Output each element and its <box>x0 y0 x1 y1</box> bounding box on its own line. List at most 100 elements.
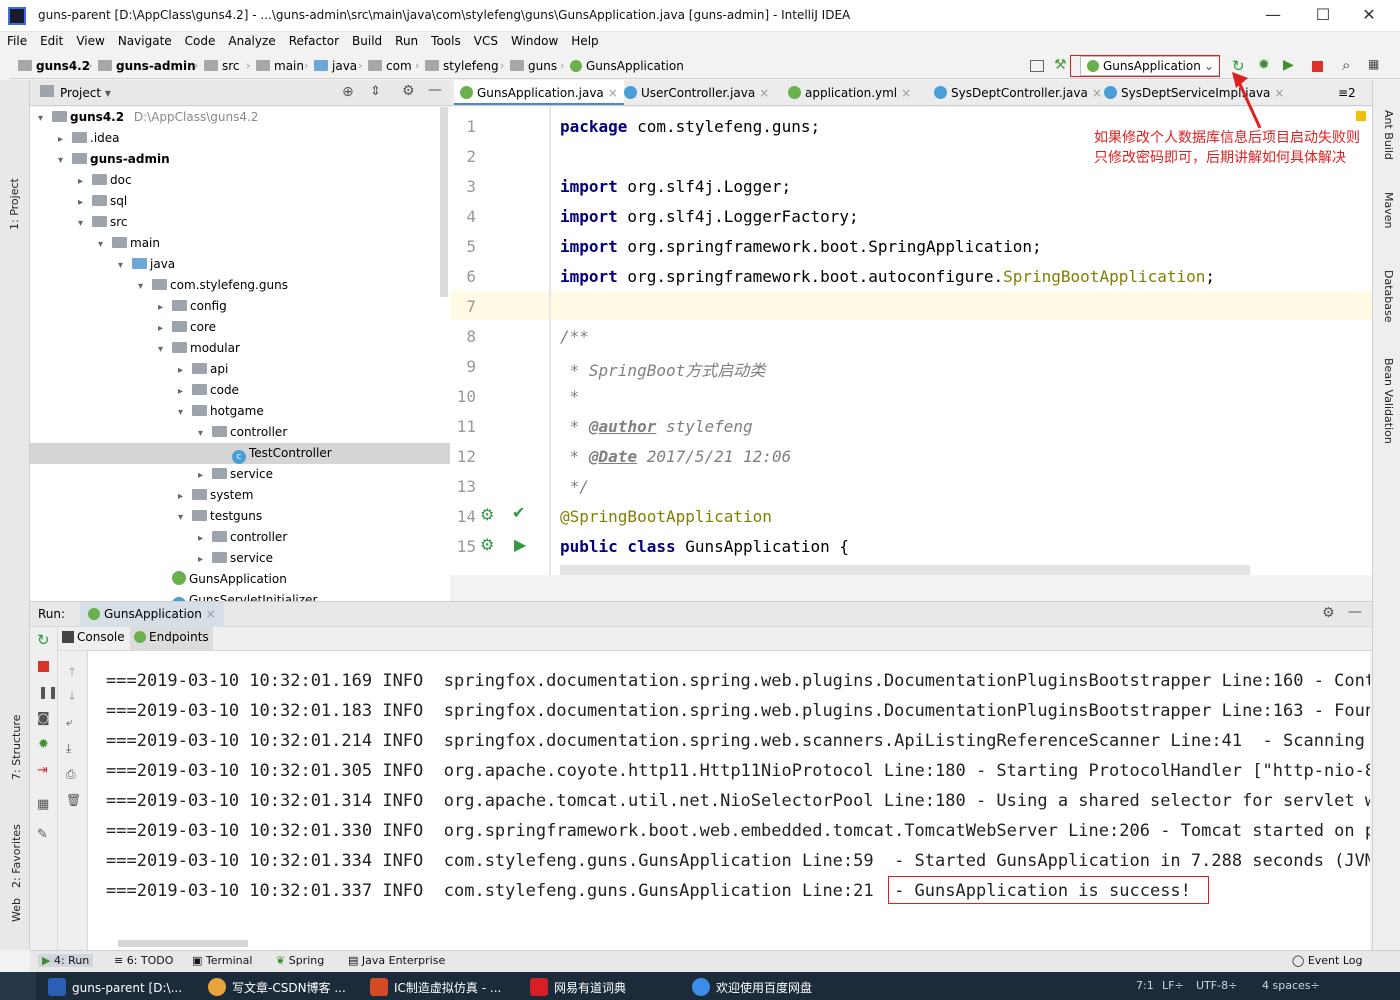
editor-tab[interactable]: GunsApplication.java × <box>454 80 624 105</box>
stop-icon[interactable] <box>1312 61 1323 72</box>
chevron-down-icon[interactable]: ▾ <box>158 339 172 360</box>
menu-vcs[interactable]: VCS <box>467 32 504 48</box>
tree-item[interactable]: ▸ .idea <box>30 128 450 149</box>
close-icon[interactable]: × <box>901 86 911 100</box>
chevron-down-icon[interactable]: ▾ <box>118 255 132 276</box>
bottom-tab-java-enterprise[interactable]: ▤ Java Enterprise <box>348 954 445 967</box>
menu-navigate[interactable]: Navigate <box>111 32 178 48</box>
bottom-tab-spring[interactable]: ❦ Spring <box>276 954 324 967</box>
taskbar-item-powerpoint[interactable]: IC制造虚拟仿真 - ... <box>370 978 501 996</box>
menu-build[interactable]: Build <box>345 32 388 48</box>
tool-tab-bean-validation[interactable]: Bean Validation <box>1382 358 1395 444</box>
minimize-button[interactable]: — <box>1250 4 1296 28</box>
tree-item[interactable]: ▾ src <box>30 212 450 233</box>
breadcrumb-com[interactable]: com <box>368 59 412 73</box>
menu-analyze[interactable]: Analyze <box>221 32 281 48</box>
taskbar-item-baidu-pan[interactable]: 欢迎使用百度网盘 <box>692 978 812 996</box>
chevron-right-icon[interactable]: ▸ <box>58 129 72 150</box>
console-output[interactable]: ===2019-03-10 10:32:01.169 INFO springfo… <box>88 651 1370 938</box>
close-icon[interactable]: × <box>1274 86 1284 100</box>
tree-item[interactable]: ▸ service <box>30 464 450 485</box>
build-hammer-icon[interactable]: ⚒ <box>1054 57 1067 73</box>
camera-icon[interactable]: ◙ <box>37 711 50 726</box>
tree-item[interactable]: ▾ com.stylefeng.guns <box>30 275 450 296</box>
chevron-down-icon[interactable]: ▾ <box>58 150 72 171</box>
close-button[interactable]: ✕ <box>1346 4 1392 28</box>
taskbar-item-youdao[interactable]: 网易有道词典 <box>530 978 626 996</box>
tree-item[interactable]: ▸ api <box>30 359 450 380</box>
chevron-right-icon[interactable]: ▸ <box>198 549 212 570</box>
chevron-right-icon[interactable]: ▸ <box>178 486 192 507</box>
chevron-right-icon[interactable]: ▸ <box>158 318 172 339</box>
coverage-icon[interactable]: ▶ <box>1283 57 1294 73</box>
chevron-right-icon[interactable]: ▸ <box>198 465 212 486</box>
tree-item[interactable]: ▸ system <box>30 485 450 506</box>
settings-gear-icon[interactable]: ⚙ <box>402 83 415 99</box>
stop-icon[interactable] <box>38 661 49 672</box>
collapse-all-icon[interactable]: ⇕ <box>370 84 381 99</box>
chevron-right-icon[interactable]: ▸ <box>178 360 192 381</box>
tree-item[interactable]: ▾ controller <box>30 422 450 443</box>
menu-refactor[interactable]: Refactor <box>282 32 345 48</box>
settings-gear-icon[interactable]: ⚙ <box>1322 605 1335 621</box>
close-icon[interactable]: × <box>206 607 216 621</box>
chevron-right-icon[interactable]: ▸ <box>178 381 192 402</box>
tabs-overflow-button[interactable]: ≡2 <box>1332 80 1362 105</box>
menu-window[interactable]: Window <box>504 32 564 48</box>
project-structure-icon[interactable] <box>1030 60 1044 72</box>
print-icon[interactable]: ⎙ <box>66 767 76 782</box>
status-line-separator[interactable]: LF÷ <box>1162 979 1184 992</box>
tree-item[interactable]: c TestController <box>30 443 450 464</box>
search-icon[interactable]: ⌕ <box>1342 56 1350 74</box>
tree-item[interactable]: ▾ modular <box>30 338 450 359</box>
spring-gutter-icon[interactable]: ⚙ <box>480 535 494 554</box>
status-position[interactable]: 7:1 <box>1136 979 1154 992</box>
tree-item[interactable]: ▸ config <box>30 296 450 317</box>
hide-panel-icon[interactable]: — <box>1348 604 1362 620</box>
tree-item[interactable]: ▸ doc <box>30 170 450 191</box>
horizontal-scrollbar[interactable] <box>118 940 248 947</box>
chevron-down-icon[interactable]: ▾ <box>78 213 92 234</box>
breadcrumb-guns[interactable]: guns <box>510 59 557 73</box>
event-log-button[interactable]: ◯ Event Log <box>1292 954 1362 967</box>
tool-tab-ant-build[interactable]: Ant Build <box>1382 110 1395 160</box>
restore-layout-icon[interactable]: ✹ <box>38 737 49 752</box>
scroll-to-end-icon[interactable]: ⤓ <box>66 741 71 756</box>
tool-tab-project[interactable]: 1: Project <box>8 178 21 230</box>
run-class-play-icon[interactable]: ▶ <box>514 535 526 554</box>
editor-tab[interactable]: UserController.java × <box>618 80 775 105</box>
tree-item[interactable]: cGunsServletInitializer <box>30 590 450 601</box>
layout-icon[interactable]: ▦ <box>37 797 49 812</box>
chevron-down-icon[interactable]: ▾ <box>178 507 192 528</box>
taskbar-item-chrome[interactable]: 写文章-CSDN博客 ... <box>208 978 346 996</box>
horizontal-scrollbar[interactable] <box>560 565 1250 575</box>
tree-item[interactable]: GunsApplication <box>30 569 450 590</box>
menu-view[interactable]: View <box>69 32 110 48</box>
tree-item[interactable]: ▸ sql <box>30 191 450 212</box>
tab-console[interactable]: Console <box>62 630 125 644</box>
taskbar-item-intellij[interactable]: guns-parent [D:\... <box>48 978 182 996</box>
breadcrumb-src[interactable]: src <box>204 59 240 73</box>
breadcrumb-stylefeng[interactable]: stylefeng <box>425 59 499 73</box>
menu-code[interactable]: Code <box>178 32 222 48</box>
menu-file[interactable]: File <box>0 32 33 48</box>
chevron-right-icon[interactable]: ▸ <box>78 171 92 192</box>
tool-tab-structure[interactable]: 7: Structure <box>10 715 23 780</box>
chevron-right-icon[interactable]: ▸ <box>78 192 92 213</box>
menu-edit[interactable]: Edit <box>33 32 69 48</box>
status-encoding[interactable]: UTF-8÷ <box>1196 979 1237 992</box>
tree-item[interactable]: ▸ service <box>30 548 450 569</box>
menu-run[interactable]: Run <box>388 32 424 48</box>
breadcrumb-project[interactable]: guns4.2 <box>18 59 90 73</box>
tree-item[interactable]: ▾ guns-admin <box>30 149 450 170</box>
bean-gutter-icon[interactable]: ✔ <box>512 503 525 522</box>
tool-tab-web[interactable]: Web <box>10 898 23 922</box>
tool-tab-database[interactable]: Database <box>1382 270 1395 323</box>
trash-icon[interactable]: 🗑 <box>66 793 81 807</box>
code-editor[interactable]: 1 2 3 4 5 6 7 8 9 10 11 12 13 14 15 ⚙ ✔ ⚙ ▶ package co… <box>450 107 1372 575</box>
editor-tab[interactable]: SysDeptController.java × <box>928 80 1108 105</box>
bottom-tab-run[interactable]: ▶ 4: Run <box>38 954 94 967</box>
chevron-right-icon[interactable]: ▸ <box>158 297 172 318</box>
tool-tab-maven[interactable]: Maven <box>1382 192 1395 228</box>
chevron-down-icon[interactable]: ▾ <box>198 423 212 444</box>
